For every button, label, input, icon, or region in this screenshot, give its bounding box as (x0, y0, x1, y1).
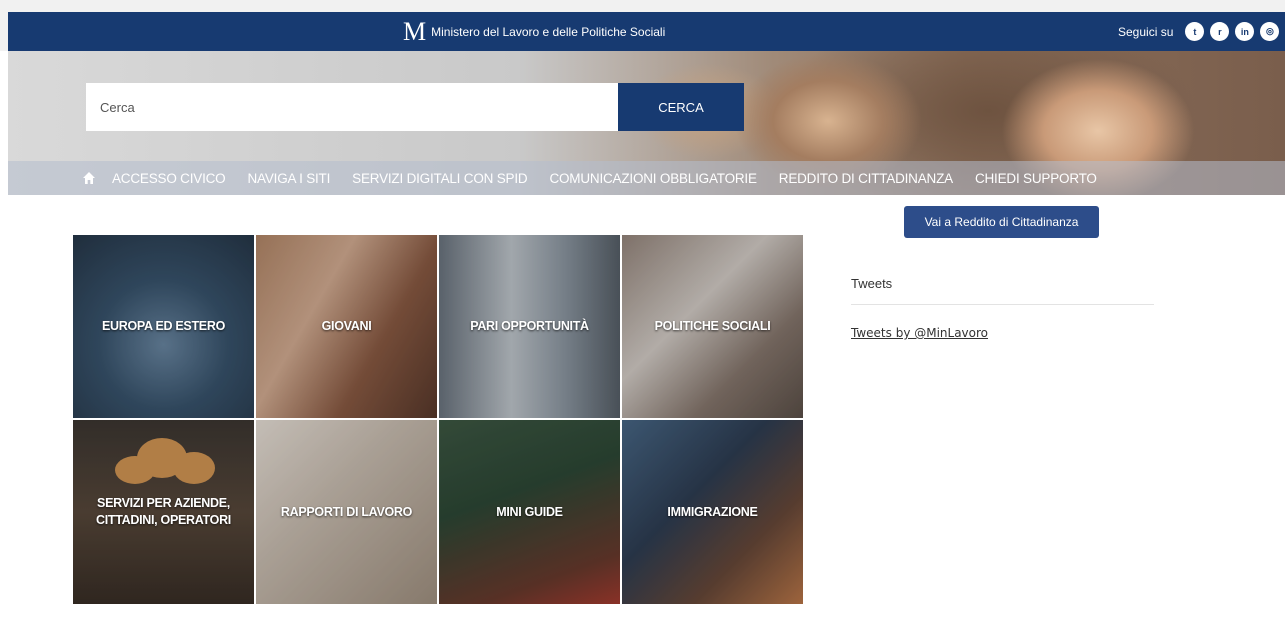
follow-label: Seguici su (1118, 24, 1174, 39)
ministry-logo: M (403, 16, 426, 46)
main-nav: ACCESSO CIVICO NAVIGA I SITI SERVIZI DIG… (8, 161, 1285, 195)
ministry-name: Ministero del Lavoro e delle Politiche S… (431, 24, 666, 39)
tile-label: GIOVANI (321, 319, 372, 334)
home-icon[interactable] (82, 171, 96, 185)
tile-servizi-aziende[interactable]: SERVIZI PER AZIENDE, CITTADINI, OPERATOR… (73, 420, 254, 604)
search-bar: CERCA (86, 83, 744, 131)
tile-label: MINI GUIDE (496, 504, 563, 519)
hero-banner: CERCA ACCESSO CIVICO NAVIGA I SITI SERVI… (8, 51, 1285, 195)
tile-label: POLITICHE SOCIALI (654, 319, 771, 334)
topic-tiles: EUROPA ED ESTERO GIOVANI PARI OPPORTUNIT… (73, 235, 803, 605)
search-button[interactable]: CERCA (618, 83, 744, 131)
nav-naviga-i-siti[interactable]: NAVIGA I SITI (247, 171, 330, 186)
nav-accesso-civico[interactable]: ACCESSO CIVICO (112, 171, 226, 186)
tile-rapporti-di-lavoro[interactable]: RAPPORTI DI LAVORO (256, 420, 437, 604)
tile-label: RAPPORTI DI LAVORO (280, 504, 413, 519)
nav-reddito-di-cittadinanza[interactable]: REDDITO DI CITTADINANZA (779, 171, 953, 186)
ministry-brand[interactable]: M Ministero del Lavoro e delle Politiche… (403, 12, 665, 51)
tile-pari-opportunita[interactable]: PARI OPPORTUNITÀ (439, 235, 620, 418)
cloud-icon (115, 438, 215, 484)
instagram-icon[interactable]: ◎ (1260, 22, 1280, 41)
tile-giovani[interactable]: GIOVANI (256, 235, 437, 418)
ministry-header: M Ministero del Lavoro e delle Politiche… (8, 12, 1285, 51)
social-links: Seguici su t r in ◎ (1118, 12, 1280, 51)
reddito-cittadinanza-button[interactable]: Vai a Reddito di Cittadinanza (904, 206, 1099, 238)
rss-icon[interactable]: r (1210, 22, 1230, 41)
search-input[interactable] (86, 83, 618, 131)
tile-europa-ed-estero[interactable]: EUROPA ED ESTERO (73, 235, 254, 418)
tile-label: SERVIZI PER AZIENDE, CITTADINI, OPERATOR… (96, 496, 231, 527)
nav-comunicazioni-obbligatorie[interactable]: COMUNICAZIONI OBBLIGATORIE (549, 171, 757, 186)
tile-politiche-sociali[interactable]: POLITICHE SOCIALI (622, 235, 803, 418)
top-bar: M Ministero del Lavoro e delle Politiche… (0, 0, 1285, 51)
tile-immigrazione[interactable]: IMMIGRAZIONE (622, 420, 803, 604)
tweets-link[interactable]: Tweets by @MinLavoro (851, 326, 988, 340)
tweets-title: Tweets (851, 276, 893, 291)
nav-servizi-digitali-spid[interactable]: SERVIZI DIGITALI CON SPID (352, 171, 527, 186)
nav-chiedi-supporto[interactable]: CHIEDI SUPPORTO (975, 171, 1097, 186)
tile-mini-guide[interactable]: MINI GUIDE (439, 420, 620, 604)
tile-label: PARI OPPORTUNITÀ (470, 319, 589, 334)
twitter-icon[interactable]: t (1185, 22, 1205, 41)
linkedin-icon[interactable]: in (1235, 22, 1255, 41)
tile-label: EUROPA ED ESTERO (102, 319, 225, 334)
divider (851, 304, 1154, 305)
tile-label: IMMIGRAZIONE (667, 504, 758, 519)
